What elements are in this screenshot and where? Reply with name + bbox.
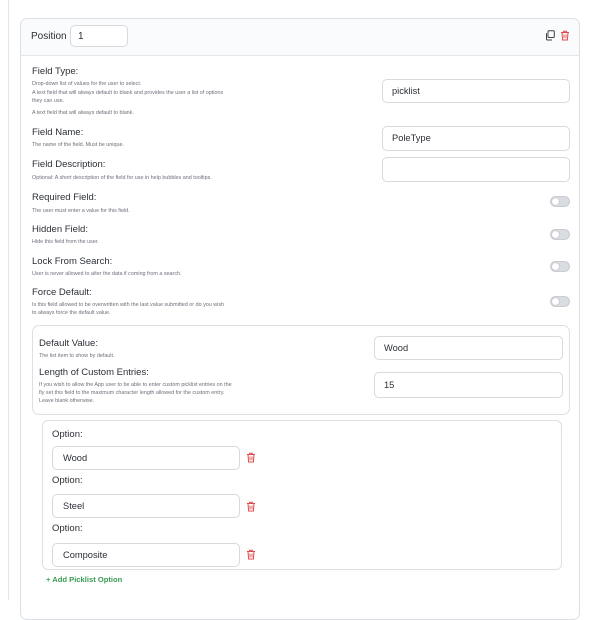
field-description-title: Field Description: — [32, 159, 106, 170]
field-type-title: Field Type: — [32, 66, 79, 77]
lock-from-search-desc: User is never allowed to alter the data … — [32, 271, 182, 277]
custom-length-desc-3: Leave blank otherwise. — [39, 398, 95, 404]
toggle-knob — [552, 298, 559, 305]
toggle-knob — [552, 198, 559, 205]
position-input[interactable]: 1 — [70, 25, 128, 47]
field-name-desc: The name of the field. Must be unique. — [32, 142, 124, 148]
field-type-desc-2: A text field that will always default to… — [32, 90, 224, 96]
default-value-input[interactable]: Wood — [374, 336, 563, 360]
required-field-title: Required Field: — [32, 192, 97, 203]
delete-option-icon[interactable] — [246, 501, 256, 512]
left-divider — [8, 0, 9, 600]
option-label: Option: — [52, 523, 83, 534]
option-input[interactable]: Steel — [52, 494, 240, 518]
custom-length-desc-2: fly set this field to the maximum charac… — [39, 390, 225, 396]
field-type-desc-4: A text field that will always default to… — [32, 110, 134, 116]
hidden-field-desc: Hide this field from the user. — [32, 239, 99, 245]
add-picklist-option-link[interactable]: + Add Picklist Option — [46, 575, 122, 584]
copy-icon[interactable] — [545, 30, 555, 41]
field-description-input[interactable] — [382, 157, 570, 182]
default-value-title: Default Value: — [39, 338, 98, 349]
option-label: Option: — [52, 429, 83, 440]
required-field-toggle[interactable] — [550, 196, 570, 207]
field-type-desc-1: Drop-down list of values for the user to… — [32, 81, 142, 87]
hidden-field-title: Hidden Field: — [32, 224, 88, 235]
force-default-title: Force Default: — [32, 287, 92, 298]
default-value-desc: The list item to show by default. — [39, 353, 115, 359]
field-name-input[interactable]: PoleType — [382, 126, 570, 151]
trash-icon[interactable] — [560, 30, 570, 41]
toggle-knob — [552, 231, 559, 238]
custom-length-title: Length of Custom Entries: — [39, 367, 149, 378]
toggle-knob — [552, 263, 559, 270]
field-description-desc: Optional: A short description of the fie… — [32, 175, 212, 181]
custom-length-input[interactable]: 15 — [374, 372, 563, 398]
custom-length-desc-1: If you wish to allow the App user to be … — [39, 382, 232, 388]
lock-from-search-title: Lock From Search: — [32, 256, 113, 267]
field-type-desc-3: they can use. — [32, 98, 65, 104]
delete-option-icon[interactable] — [246, 549, 256, 560]
force-default-desc-1: Is this field allowed to be overwritten … — [32, 302, 225, 308]
position-label: Position — [31, 31, 67, 42]
option-input[interactable]: Wood — [52, 446, 240, 470]
option-label: Option: — [52, 475, 83, 486]
force-default-desc-2: to always force the default value. — [32, 310, 111, 316]
option-input[interactable]: Composite — [52, 543, 240, 567]
lock-from-search-toggle[interactable] — [550, 261, 570, 272]
delete-option-icon[interactable] — [246, 452, 256, 463]
field-name-title: Field Name: — [32, 127, 84, 138]
required-field-desc: The user must enter a value for this fie… — [32, 208, 130, 214]
hidden-field-toggle[interactable] — [550, 229, 570, 240]
force-default-toggle[interactable] — [550, 296, 570, 307]
field-type-select[interactable]: picklist — [382, 79, 570, 103]
